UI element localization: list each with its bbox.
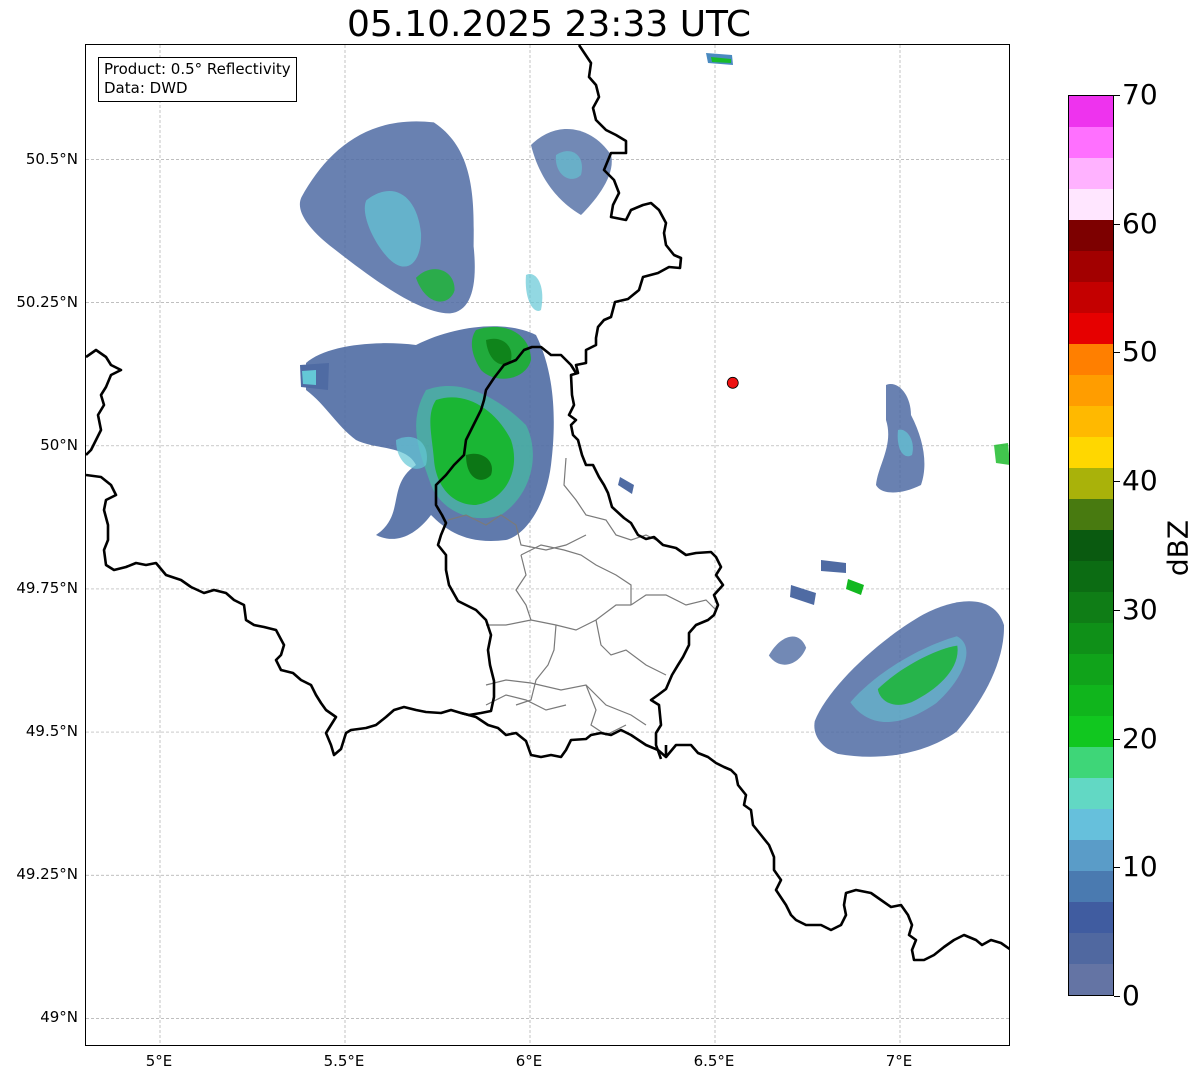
lon-tick-label: 7°E — [885, 1052, 913, 1070]
colorbar-tick-label: 20 — [1122, 721, 1158, 755]
colorbar-segment — [1069, 127, 1113, 158]
colorbar-segment — [1069, 220, 1113, 251]
lon-tick-label: 5.5°E — [323, 1052, 365, 1070]
lon-tick-label: 6.5°E — [693, 1052, 735, 1070]
lon-tick-label: 5°E — [145, 1052, 173, 1070]
colorbar-tick-mark — [1114, 95, 1120, 96]
echo-cell-northeast — [525, 53, 733, 311]
colorbar-segment — [1069, 468, 1113, 499]
colorbar-segment — [1069, 747, 1113, 778]
gridlines — [86, 45, 1009, 1045]
colorbar-segment — [1069, 623, 1113, 654]
colorbar-segment — [1069, 933, 1113, 964]
colorbar-segment — [1069, 716, 1113, 747]
colorbar-segment — [1069, 685, 1113, 716]
echo-cell-east — [768, 601, 1004, 757]
lat-tick-label: 50.5°N — [25, 149, 78, 168]
colorbar-segment — [1069, 406, 1113, 437]
colorbar-tick-label: 40 — [1122, 464, 1158, 498]
colorbar-segment — [1069, 840, 1113, 871]
product-label: Product: 0.5° Reflectivity — [104, 60, 291, 78]
echo-cell-central — [300, 326, 634, 541]
colorbar-tick-mark — [1114, 738, 1120, 740]
colorbar-tick-label: 0 — [1122, 979, 1140, 1012]
colorbar-segment — [1069, 964, 1113, 995]
lat-tick-label: 49.5°N — [25, 722, 78, 741]
colorbar-segment — [1069, 437, 1113, 468]
radar-site-marker — [726, 376, 739, 389]
lat-tick-label: 50°N — [40, 435, 78, 454]
colorbar-segment — [1069, 871, 1113, 902]
colorbar-tick-label: 70 — [1122, 78, 1158, 111]
colorbar-tick-label: 60 — [1122, 206, 1158, 240]
product-info-box: Product: 0.5° Reflectivity Data: DWD — [98, 57, 297, 102]
colorbar-segment — [1069, 344, 1113, 375]
colorbar-tick-mark — [1114, 867, 1120, 869]
colorbar-tick-label: 30 — [1122, 592, 1158, 626]
colorbar-segment — [1069, 778, 1113, 809]
colorbar-segment — [1069, 313, 1113, 344]
colorbar-segment — [1069, 158, 1113, 189]
map-title: 05.10.2025 23:33 UTC — [346, 4, 752, 45]
colorbar-label: dBZ — [1161, 519, 1195, 577]
colorbar-segment — [1069, 189, 1113, 220]
colorbar-segment — [1069, 654, 1113, 685]
colorbar-segment — [1069, 96, 1113, 127]
lat-tick-label: 49.75°N — [16, 578, 78, 597]
colorbar-segment — [1069, 282, 1113, 313]
colorbar-tick-mark — [1114, 481, 1120, 483]
colorbar-segment — [1069, 592, 1113, 623]
colorbar-segment — [1069, 561, 1113, 592]
lat-tick-label: 49°N — [40, 1008, 78, 1027]
colorbar-segment — [1069, 530, 1113, 561]
lat-tick-label: 50.25°N — [16, 292, 78, 311]
colorbar-segment — [1069, 499, 1113, 530]
colorbar-tick-mark — [1114, 352, 1120, 354]
colorbar-segment — [1069, 902, 1113, 933]
colorbar-tick-mark — [1114, 223, 1120, 225]
colorbar-tick-mark — [1114, 609, 1120, 611]
colorbar-segment — [1069, 375, 1113, 406]
colorbar — [1068, 95, 1114, 996]
radar-echoes — [299, 53, 1009, 757]
colorbar-tick-mark — [1114, 996, 1120, 997]
colorbar-segment — [1069, 251, 1113, 282]
lat-tick-label: 49.25°N — [16, 865, 78, 884]
echo-cell-north — [299, 121, 475, 314]
data-source-label: Data: DWD — [104, 79, 188, 97]
radar-map[interactable]: Product: 0.5° Reflectivity Data: DWD — [85, 44, 1010, 1046]
lon-tick-label: 6°E — [515, 1052, 543, 1070]
colorbar-tick-label: 10 — [1122, 850, 1158, 884]
map-canvas — [86, 45, 1009, 1045]
colorbar-tick-label: 50 — [1122, 335, 1158, 369]
colorbar-segment — [1069, 809, 1113, 840]
